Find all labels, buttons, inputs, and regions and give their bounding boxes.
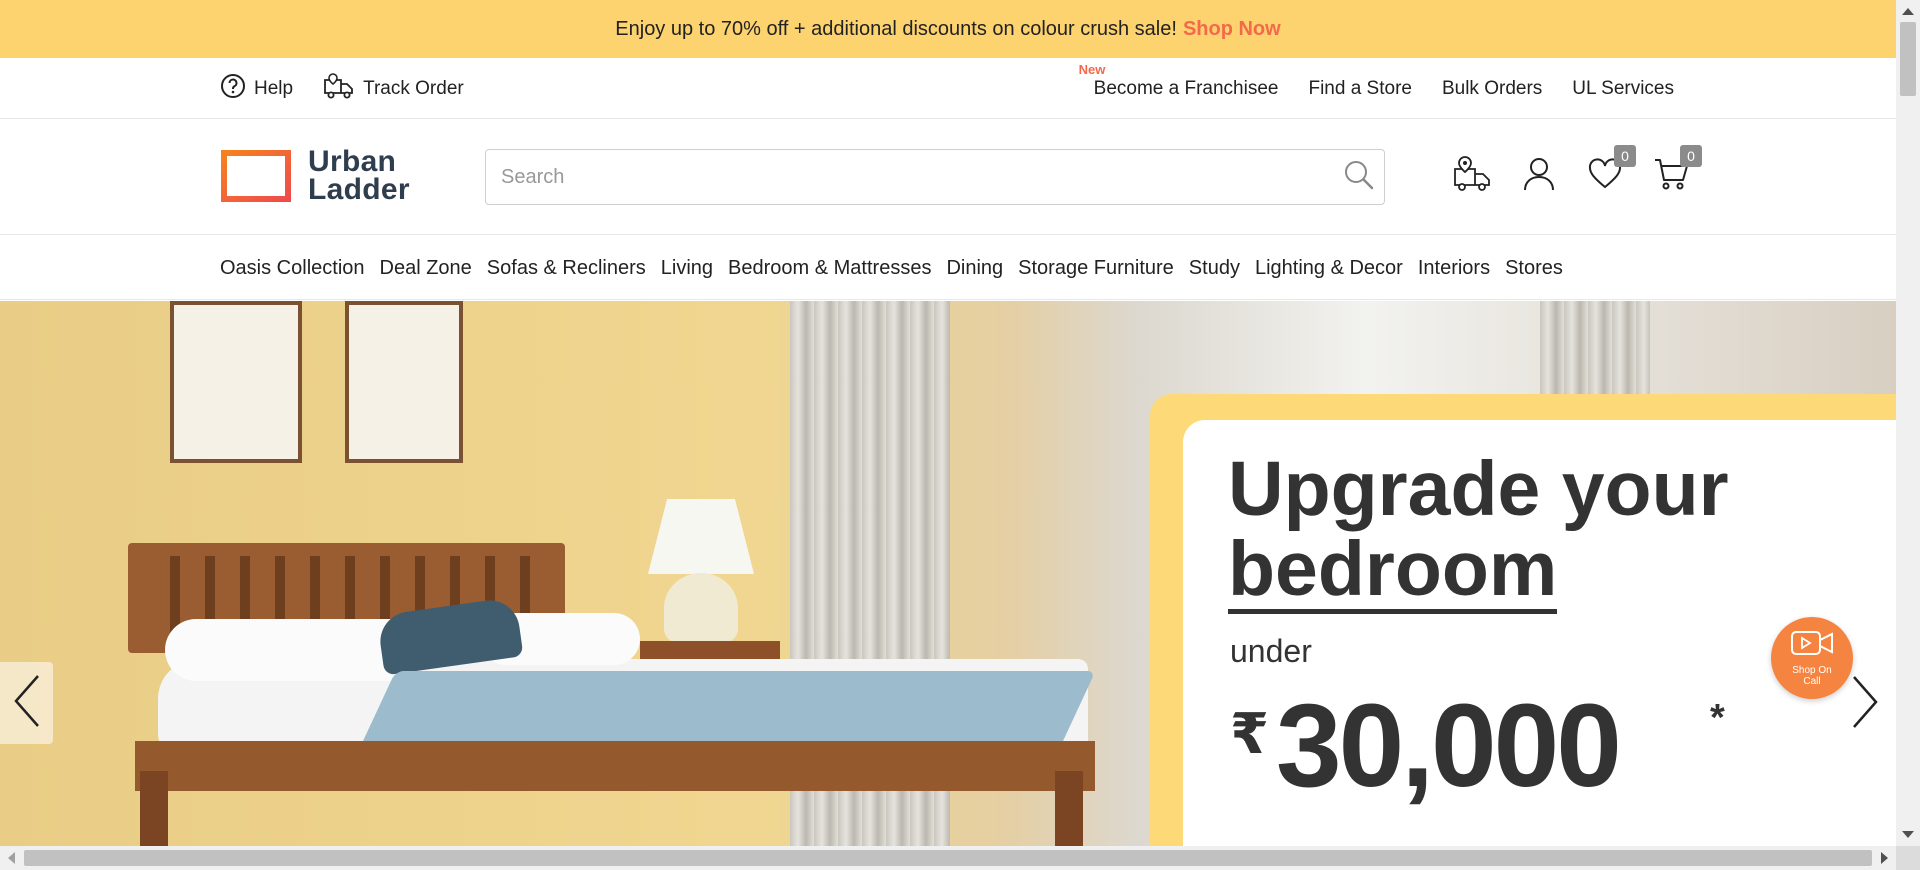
header-icons: 0 0: [1452, 145, 1702, 197]
wishlist-count-badge: 0: [1614, 145, 1636, 167]
lamp-shade: [648, 499, 754, 574]
promo-asterisk: *: [1710, 697, 1725, 739]
promo-under: under: [1230, 633, 1312, 669]
horizontal-scroll-thumb[interactable]: [24, 850, 1872, 866]
vertical-scroll-thumb[interactable]: [1900, 22, 1916, 96]
chevron-right-icon: [1850, 674, 1880, 735]
search-box: [485, 149, 1385, 205]
nav-dining[interactable]: Dining: [946, 257, 1003, 280]
bed-leg: [1055, 771, 1083, 846]
announcement-text: Enjoy up to 70% off + additional discoun…: [615, 17, 1177, 40]
video-call-icon: [1790, 630, 1834, 661]
wall-art-right: [345, 301, 463, 463]
store-locator-button[interactable]: [1452, 155, 1494, 197]
promo-headline-2: bedroom: [1228, 526, 1558, 614]
shop-on-call-button[interactable]: Shop On Call: [1771, 617, 1853, 699]
truck-icon: [323, 72, 355, 106]
side-table: [640, 641, 780, 661]
horizontal-scrollbar[interactable]: [0, 846, 1896, 870]
logo-text: Urban Ladder: [308, 145, 410, 206]
new-badge: New: [1078, 61, 1106, 77]
bed-frame: [135, 741, 1095, 791]
nav-stores[interactable]: Stores: [1505, 257, 1563, 280]
scrollbar-corner: [1896, 846, 1920, 870]
chevron-left-icon: [12, 673, 42, 734]
promo-headline-1: Upgrade your: [1228, 446, 1729, 532]
search-icon: [1343, 159, 1375, 196]
search-button[interactable]: [1334, 152, 1384, 202]
shop-on-call-line-2: Call: [1803, 675, 1821, 687]
nav-deal-zone[interactable]: Deal Zone: [380, 257, 472, 280]
lamp-base: [664, 573, 738, 643]
wishlist-button[interactable]: 0: [1584, 145, 1636, 197]
scroll-up-arrow-icon[interactable]: [1902, 8, 1914, 15]
nav-oasis-collection[interactable]: Oasis Collection: [220, 257, 365, 280]
nav-study[interactable]: Study: [1189, 257, 1240, 280]
logo-line-2: Ladder: [308, 173, 410, 206]
nav-storage-furniture[interactable]: Storage Furniture: [1018, 257, 1174, 280]
bulk-orders-link[interactable]: Bulk Orders: [1442, 78, 1542, 100]
vertical-scrollbar[interactable]: [1896, 0, 1920, 846]
nav-living[interactable]: Living: [661, 257, 713, 280]
help-icon: [220, 73, 246, 105]
track-order-link[interactable]: Track Order: [323, 72, 464, 106]
main-header: Urban Ladder 0: [0, 119, 1896, 235]
logo-line-1: Urban: [308, 145, 397, 178]
become-franchisee-link[interactable]: New Become a Franchisee: [1079, 62, 1279, 100]
wall-art-left: [170, 301, 302, 463]
help-link[interactable]: Help: [220, 73, 293, 105]
nav-lighting-decor[interactable]: Lighting & Decor: [1255, 257, 1403, 280]
logo-mark-icon: [220, 149, 292, 203]
nav-sofas-recliners[interactable]: Sofas & Recliners: [487, 257, 646, 280]
truck-location-icon: [1453, 155, 1493, 198]
carousel-prev-button[interactable]: [0, 662, 53, 744]
search-input[interactable]: [486, 150, 1334, 204]
shop-on-call-label: Shop On Call: [1792, 665, 1831, 687]
user-icon: [1522, 156, 1556, 197]
logo[interactable]: Urban Ladder: [220, 145, 410, 206]
scroll-down-arrow-icon[interactable]: [1902, 831, 1914, 838]
nav-bedroom-mattresses[interactable]: Bedroom & Mattresses: [728, 257, 931, 280]
shop-now-link[interactable]: Shop Now: [1183, 18, 1281, 41]
bed-leg: [140, 771, 168, 846]
account-button[interactable]: [1518, 155, 1560, 197]
nav-interiors[interactable]: Interiors: [1418, 257, 1490, 280]
promo-price: 30,000: [1276, 680, 1622, 812]
scroll-left-arrow-icon[interactable]: [8, 852, 15, 864]
cart-button[interactable]: 0: [1650, 145, 1702, 197]
carousel-next-button[interactable]: [1845, 671, 1885, 737]
find-store-link[interactable]: Find a Store: [1308, 78, 1412, 100]
hero-banner[interactable]: Upgrade your bedroom under ₹ 30,000 * Sh…: [0, 301, 1896, 846]
cart-count-badge: 0: [1680, 145, 1702, 167]
utility-bar: Help Track Order New Become a Franchisee…: [0, 58, 1896, 119]
scroll-right-arrow-icon[interactable]: [1881, 852, 1888, 864]
help-label: Help: [254, 77, 294, 99]
promo-currency: ₹: [1230, 702, 1269, 765]
shop-on-call-line-1: Shop On: [1792, 664, 1832, 676]
ul-services-link[interactable]: UL Services: [1572, 78, 1674, 100]
main-nav: Oasis Collection Deal Zone Sofas & Recli…: [0, 236, 1896, 300]
track-order-label: Track Order: [363, 77, 464, 99]
announcement-bar: Enjoy up to 70% off + additional discoun…: [0, 0, 1896, 58]
become-franchisee-label: Become a Franchisee: [1093, 77, 1279, 99]
